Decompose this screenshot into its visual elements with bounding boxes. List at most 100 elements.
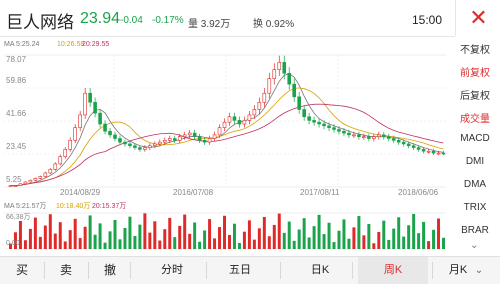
vol-min-label: 0.00: [6, 240, 20, 247]
volume-bars: [8, 213, 446, 249]
candle-body: [431, 150, 436, 154]
candle-body: [212, 134, 217, 139]
candle-body: [98, 112, 102, 125]
candle-body: [272, 69, 277, 79]
candle-body: [332, 127, 336, 130]
volume-bar: [173, 237, 177, 249]
candle-body: [302, 109, 306, 118]
quote-time: 15:00: [412, 13, 443, 27]
volume-bar: [218, 227, 222, 249]
candle-body: [362, 136, 366, 138]
volume-bar: [183, 214, 187, 249]
volume-bar: [377, 231, 381, 249]
candle-body: [78, 114, 82, 128]
candle-body: [177, 136, 182, 141]
volume-bar: [178, 225, 182, 249]
volume-bar: [327, 222, 331, 249]
candle-body: [377, 134, 381, 137]
close-button[interactable]: ✕: [455, 0, 500, 36]
volume-bar: [98, 223, 102, 249]
candle-body: [297, 96, 301, 110]
candle-body: [88, 92, 92, 103]
volume-bar: [237, 242, 241, 249]
candle-body: [172, 138, 177, 141]
volume-bar: [38, 236, 42, 249]
volume-bar: [242, 231, 246, 249]
volume-bar: [108, 231, 112, 249]
sell-button[interactable]: 卖: [52, 257, 80, 284]
tab-weekly-k[interactable]: 周K: [358, 257, 428, 284]
x-tick-label: 2017/08/11: [300, 188, 340, 197]
chevron-down-icon[interactable]: ⌄: [470, 240, 478, 251]
side-item[interactable]: MACD: [450, 133, 500, 144]
volume-bar: [252, 239, 256, 249]
candle-body: [8, 185, 13, 187]
candle-body: [28, 179, 33, 183]
candle-body: [33, 178, 38, 181]
y-tick-label: 5.25: [6, 175, 22, 184]
candle-body: [138, 147, 142, 150]
candle-body: [436, 152, 441, 155]
cancel-button[interactable]: 撤: [96, 257, 124, 284]
volume-bar: [23, 240, 27, 249]
side-item[interactable]: DMA: [450, 179, 500, 190]
volume-bar: [28, 228, 32, 249]
candle-body: [252, 109, 257, 116]
side-item[interactable]: 后复权: [450, 87, 500, 102]
side-item[interactable]: 前复权: [450, 64, 500, 79]
candle-body: [357, 134, 361, 137]
candle-body: [327, 125, 331, 128]
ma5-label: MA 5:25.24: [4, 41, 40, 48]
candle-body: [133, 145, 137, 148]
volume-bar: [118, 239, 122, 249]
volume-bar: [297, 229, 301, 249]
volume-bar: [247, 220, 251, 249]
candle-body: [143, 147, 147, 150]
volume-bar: [128, 216, 132, 249]
volume-bar: [213, 238, 217, 249]
price-change-percent: -0.17%: [152, 15, 184, 26]
candle-body: [312, 120, 316, 123]
candle-body: [103, 123, 107, 132]
volume-bar: [352, 227, 356, 249]
volume-bar: [232, 223, 236, 249]
volume-bar: [342, 219, 346, 249]
volume-bar: [317, 214, 321, 249]
x-tick-label: 2014/08/29: [60, 188, 101, 197]
y-tick-label: 78.07: [6, 55, 27, 64]
vol-ma5-label: MA 5:21.57万: [4, 202, 46, 210]
volume-bar: [148, 232, 152, 249]
candle-body: [262, 92, 267, 103]
candle-body: [421, 149, 426, 152]
candle-body: [406, 143, 411, 147]
side-item[interactable]: DMI: [450, 156, 500, 167]
y-tick-label: 59.86: [6, 76, 27, 85]
chevron-down-icon[interactable]: ⌄: [470, 257, 488, 284]
candle-body: [257, 101, 262, 110]
volume-bar: [372, 243, 376, 249]
volume-bar: [357, 216, 361, 249]
side-item[interactable]: 不复权: [450, 41, 500, 56]
tab-daily-k[interactable]: 日K: [292, 257, 348, 284]
side-item[interactable]: 成交量: [450, 110, 500, 125]
tab-five-day[interactable]: 五日: [212, 257, 268, 284]
tab-intraday[interactable]: 分时: [144, 257, 200, 284]
volume-bar: [402, 236, 406, 249]
volume-bar: [93, 234, 97, 249]
close-icon[interactable]: ✕: [469, 5, 487, 31]
volume-bar: [48, 214, 52, 249]
kline-chart[interactable]: MA 5:25.24 10:26.58 20:29.55 78.07 59.86…: [0, 37, 450, 256]
turnover-readout: 换 0.92%: [253, 19, 295, 30]
volume-bar: [153, 221, 157, 249]
volume-bar: [188, 233, 192, 249]
buy-button[interactable]: 买: [8, 257, 36, 284]
side-item[interactable]: BRAR: [450, 225, 500, 236]
volume-bar: [347, 238, 351, 249]
side-item[interactable]: TRIX: [450, 202, 500, 213]
x-tick-label: 2016/07/08: [173, 188, 214, 197]
volume-bar: [138, 224, 142, 249]
candle-body: [118, 138, 122, 143]
candle-body: [227, 116, 232, 123]
candlestick-series: [8, 55, 446, 187]
volume-bar: [292, 240, 296, 249]
